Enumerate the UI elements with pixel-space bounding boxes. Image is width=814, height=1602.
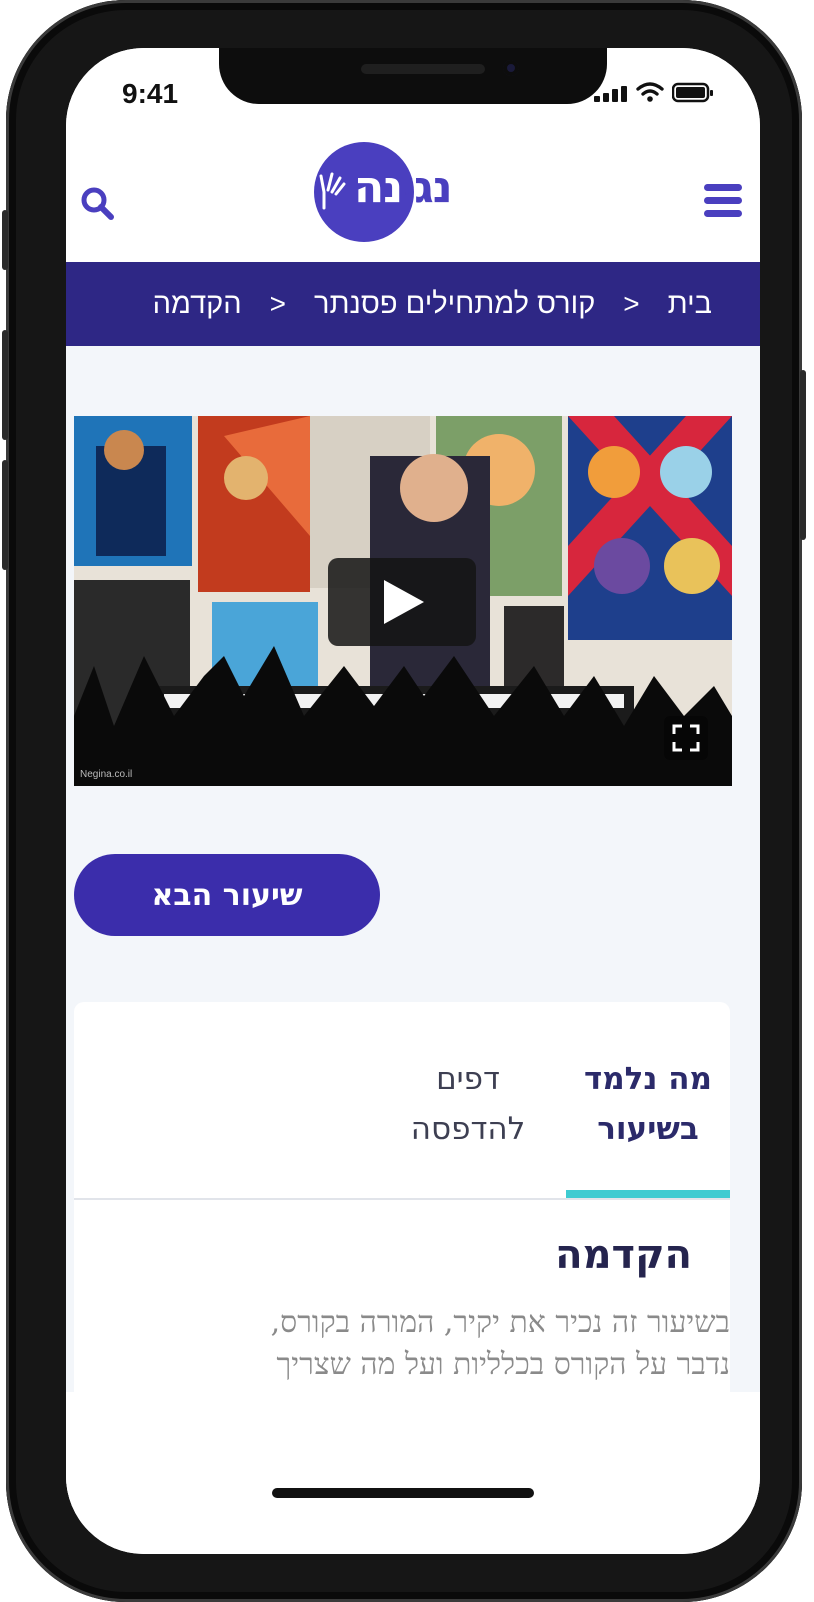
camera [503,60,519,76]
tab-label: דפים [436,1061,500,1097]
breadcrumb: בית > קורס למתחילים פסנתר > הקדמה [66,262,760,346]
video-watermark: Negina.co.il [80,769,133,780]
notch [219,48,607,104]
lesson-info-card: מה נלמד בשיעור דפים להדפסה הקדמה בשיעור … [74,1002,730,1422]
play-button[interactable] [328,558,476,646]
search-icon[interactable] [78,184,118,224]
breadcrumb-course[interactable]: קורס למתחילים פסנתר [314,288,595,321]
breadcrumb-home[interactable]: בית [668,288,712,321]
tab-what-we-learn[interactable]: מה נלמד בשיעור [566,1054,730,1154]
section-text-line: בשיעור זה נכיר את יקיר, המורה בקורס, [270,1305,730,1340]
tab-printable-pages[interactable]: דפים להדפסה [388,1054,548,1154]
phone-frame: 9:41 נגינה בית > קורס למתחילים פסנתר > ה… [2,0,806,1602]
site-logo[interactable]: נגינה [314,142,500,246]
menu-icon[interactable] [704,184,742,222]
breadcrumb-separator: > [623,288,640,319]
phone-screen: 9:41 נגינה בית > קורס למתחילים פסנתר > ה… [66,48,760,1554]
section-text-line: נדבר על הקורס בכלליות ועל מה שצריך [276,1347,730,1382]
logo-text: נגינה [354,162,453,213]
signal-icon [594,86,627,102]
play-icon [384,580,424,624]
lesson-tabs: מה נלמד בשיעור דפים להדפסה [74,1002,730,1200]
speaker [361,64,485,74]
home-indicator[interactable] [272,1488,534,1498]
site-header: נגינה [66,140,760,260]
section-title: הקדמה [555,1232,692,1278]
page-content: Negina.co.il שיעור הבא מה נלמד בשיעור דפ… [66,346,760,1506]
tab-label: בשיעור [597,1111,699,1147]
active-tab-indicator [566,1190,730,1198]
wifi-icon [636,82,664,102]
status-time: 9:41 [122,78,179,109]
battery-icon [672,82,713,103]
status-bar: 9:41 [66,48,760,140]
volume-up-button [2,330,8,440]
volume-down-button [2,460,8,570]
tab-label: להדפסה [410,1111,526,1147]
section-text: בשיעור זה נכיר את יקיר, המורה בקורס, נדב… [74,1302,730,1390]
power-button [800,370,806,540]
next-lesson-button[interactable]: שיעור הבא [74,854,380,936]
silent-switch [2,210,8,270]
tab-label: מה נלמד [584,1061,712,1097]
breadcrumb-separator: > [269,288,287,319]
fullscreen-icon[interactable] [664,716,708,760]
breadcrumb-current: הקדמה [152,287,242,320]
lesson-video-player[interactable]: Negina.co.il [74,416,732,786]
bottom-area [66,1392,760,1554]
rock-hand-icon [319,172,346,210]
